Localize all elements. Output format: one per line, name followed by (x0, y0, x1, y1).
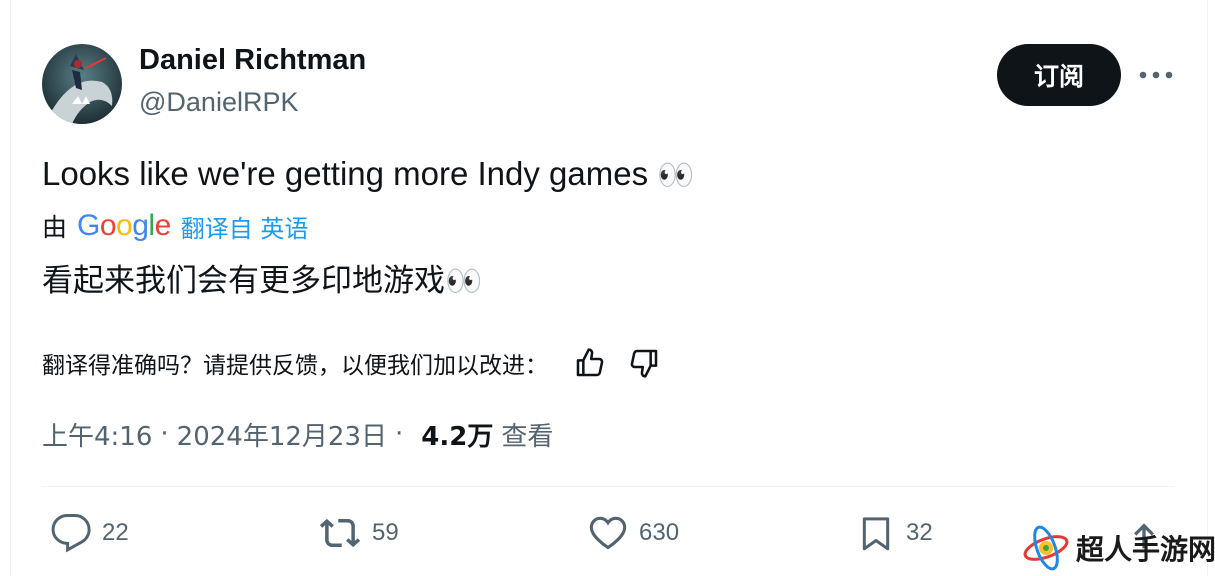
feedback-prompt: 翻译得准确吗？请提供反馈，以便我们加以改进： (42, 353, 548, 379)
thumbs-down-icon (630, 349, 658, 378)
tweet-text: Looks like we're getting more Indy games… (42, 155, 695, 193)
author-handle[interactable]: @DanielRPK (139, 87, 298, 118)
more-horizontal-icon (1139, 71, 1173, 79)
site-watermark: 超人手游网 (1020, 522, 1215, 574)
tweet-time[interactable]: 上午4:16 (42, 416, 152, 453)
views-count: 4.2万 (421, 421, 494, 452)
translated-by-label: 由 (42, 213, 68, 242)
google-logo-letter: o (116, 209, 133, 242)
google-logo-letter: g (132, 209, 149, 242)
thumbs-up-icon (576, 348, 604, 377)
like-button[interactable]: 630 (587, 510, 679, 556)
more-options-button[interactable] (1136, 58, 1176, 92)
translated-from-link[interactable]: 翻译自 英语 (181, 209, 309, 244)
watermark-text: 超人手游网 (1076, 533, 1215, 566)
translated-text: 看起来我们会有更多印地游戏👀 (42, 255, 482, 300)
google-logo[interactable]: Google (77, 209, 171, 243)
meta-separator: · (160, 419, 169, 449)
repost-icon (319, 518, 361, 548)
tweet-date[interactable]: 2024年12月23日 (177, 416, 387, 453)
bookmark-count: 32 (906, 519, 933, 546)
repost-count: 59 (372, 519, 399, 546)
views-label: 查看 (501, 421, 554, 452)
watermark-logo-icon (1023, 525, 1069, 571)
reply-icon (51, 514, 91, 553)
bookmark-icon (862, 517, 890, 551)
heart-icon (589, 516, 627, 550)
author-name[interactable]: Daniel Richtman (139, 44, 366, 77)
eyes-emoji: 👀 (657, 159, 694, 192)
translation-attribution: 由 Google 翻译自 英语 (42, 208, 308, 244)
google-logo-letter: G (77, 209, 100, 242)
repost-button[interactable]: 59 (318, 510, 399, 556)
translation-feedback: 翻译得准确吗？请提供反馈，以便我们加以改进： (42, 343, 660, 383)
reply-button[interactable]: 22 (50, 510, 129, 556)
divider (42, 486, 1174, 487)
tweet-meta: 上午4:16 · 2024年12月23日 · 4.2万 查看 (42, 414, 553, 454)
bookmark-button[interactable]: 32 (856, 510, 933, 556)
translated-text-content: 看起来我们会有更多印地游戏 (42, 263, 445, 299)
google-logo-letter: e (154, 209, 172, 242)
thumbs-down-button[interactable] (628, 347, 660, 379)
like-count: 630 (639, 519, 680, 546)
google-logo-letter: o (99, 209, 117, 242)
avatar[interactable] (42, 44, 122, 124)
meta-separator: · (395, 419, 404, 449)
thumbs-up-button[interactable] (574, 347, 606, 379)
avatar-image (42, 44, 122, 124)
subscribe-button[interactable]: 订阅 (997, 44, 1121, 106)
reply-count: 22 (102, 519, 129, 546)
tweet-text-content: Looks like we're getting more Indy games (42, 155, 649, 192)
eyes-emoji: 👀 (445, 264, 482, 299)
